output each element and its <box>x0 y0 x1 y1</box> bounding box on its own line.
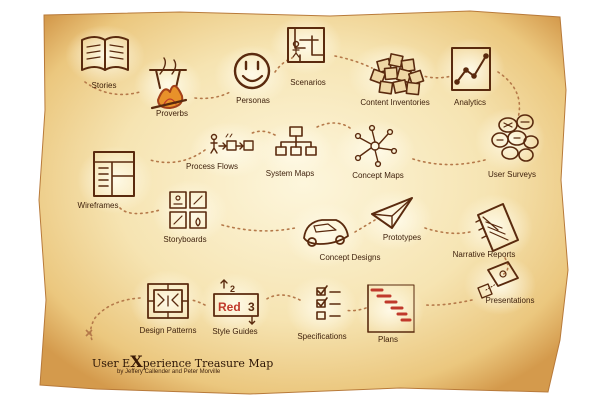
style-guide-numeral-top: 2 <box>230 284 235 294</box>
node-label-concept-designs: Concept Designs <box>319 253 381 262</box>
node-label-scenarios: Scenarios <box>290 78 326 87</box>
node-label-process-flows: Process Flows <box>185 162 239 171</box>
node-label-user-surveys: User Surveys <box>487 170 537 179</box>
node-label-specifications: Specifications <box>297 332 347 341</box>
node-label-personas: Personas <box>236 96 270 105</box>
node-label-prototypes: Prototypes <box>382 233 422 242</box>
node-label-plans: Plans <box>377 335 399 344</box>
node-label-storyboards: Storyboards <box>163 235 207 244</box>
node-label-analytics: Analytics <box>453 98 487 107</box>
node-label-stories: Stories <box>91 81 117 90</box>
node-label-content-inventories: Content Inventories <box>360 98 430 107</box>
style-guide-word: Red <box>218 300 241 314</box>
node-label-system-maps: System Maps <box>265 169 315 178</box>
node-label-narrative-reports: Narrative Reports <box>452 250 516 259</box>
map-credit: by Jeffery Callender and Peter Morville <box>117 369 221 375</box>
node-label-proverbs: Proverbs <box>155 109 189 118</box>
node-label-wireframes: Wireframes <box>77 201 119 210</box>
node-label-presentations: Presentations <box>485 296 535 305</box>
node-label-concept-maps: Concept Maps <box>352 171 404 180</box>
node-label-design-patterns: Design Patterns <box>139 326 197 335</box>
style-guide-numeral-side: 3 <box>248 300 255 314</box>
node-label-style-guides: Style Guides <box>212 327 258 336</box>
pattern-tiles-icon <box>147 283 189 319</box>
